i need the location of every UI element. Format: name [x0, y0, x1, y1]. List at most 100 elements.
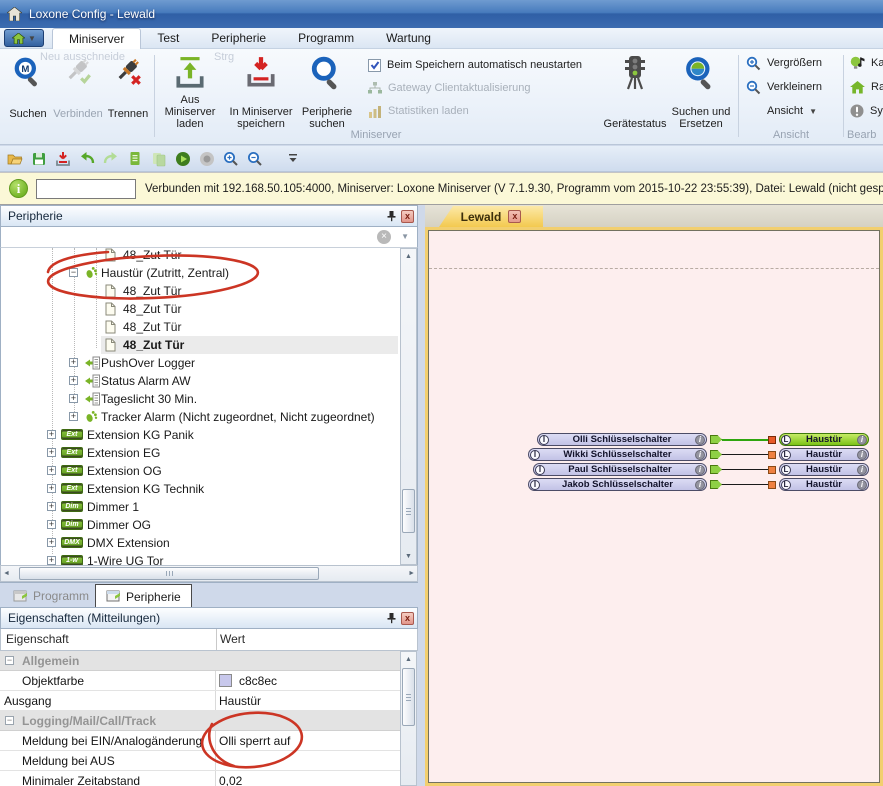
undo-button[interactable] — [78, 151, 96, 167]
peripherie-suchen-button[interactable]: Peripherie suchen — [298, 56, 356, 130]
tree-item-label[interactable]: DMX Extension — [87, 536, 170, 550]
output-block[interactable]: LHaustüri — [779, 448, 869, 461]
output-block[interactable]: LHaustüri — [779, 463, 869, 476]
tree-item-label[interactable]: 48_Zut Tür — [123, 320, 181, 334]
scroll-right-arrow[interactable]: ► — [408, 570, 415, 577]
tree-item[interactable]: +1-w1-Wire UG Tor — [1, 552, 400, 565]
kategorien-button[interactable]: Kat — [850, 55, 883, 71]
close-panel-button[interactable]: x — [401, 612, 414, 625]
tree-item-label[interactable]: Dimmer OG — [87, 518, 151, 532]
info-node-icon[interactable]: i — [857, 480, 867, 490]
tree-item-label[interactable]: Dimmer 1 — [87, 500, 139, 514]
scrollbar-thumb[interactable] — [402, 668, 415, 726]
tree-item-label[interactable]: Extension EG — [87, 446, 160, 460]
zoom-in-button[interactable] — [222, 151, 240, 167]
property-row[interactable]: Meldung bei AUS — [0, 751, 400, 771]
tree-item[interactable]: +ExtExtension OG — [1, 462, 400, 480]
copy-button[interactable] — [126, 151, 144, 167]
input-connector-icon[interactable] — [768, 451, 776, 459]
status-input[interactable] — [36, 179, 136, 199]
tab-peripherie[interactable]: Peripherie — [95, 584, 192, 608]
collapse-icon[interactable]: − — [69, 268, 78, 277]
scrollbar-thumb[interactable] — [19, 567, 319, 580]
menu-tab-miniserver[interactable]: Miniserver — [52, 28, 141, 49]
info-node-icon[interactable]: i — [857, 435, 867, 445]
collapse-icon[interactable]: − — [5, 716, 14, 725]
tree-filter-row[interactable]: × ▼ — [0, 227, 418, 248]
suchen-und-ersetzen-button[interactable]: Suchen und Ersetzen — [668, 56, 734, 130]
ansicht-dropdown[interactable]: Ansicht ▼ — [746, 103, 817, 119]
tree-vertical-scrollbar[interactable]: ▲ ▼ — [400, 248, 417, 565]
expand-icon[interactable]: + — [47, 484, 56, 493]
tree-item[interactable]: +ExtExtension EG — [1, 444, 400, 462]
tree-item[interactable]: 48_Zut Tür — [1, 336, 400, 354]
sync-warning-button[interactable]: Syn — [850, 103, 883, 119]
expand-icon[interactable]: + — [47, 520, 56, 529]
close-canvas-tab-button[interactable]: x — [508, 210, 521, 223]
tree-item-label[interactable]: Tracker Alarm (Nicht zugeordnet, Nicht z… — [101, 410, 375, 424]
tree-item-label[interactable]: 48_Zut Tür — [123, 302, 181, 316]
property-row[interactable]: AusgangHaustür — [0, 691, 400, 711]
tree-item[interactable]: + Tracker Alarm (Nicht zugeordnet, Nicht … — [1, 408, 400, 426]
input-block[interactable]: IPaul Schlüsselschalteri — [533, 463, 707, 476]
property-value[interactable]: 0,02 — [219, 774, 242, 786]
menu-tab-test[interactable]: Test — [141, 28, 195, 49]
zoom-out-button[interactable] — [246, 151, 264, 167]
property-row[interactable]: Objektfarbec8c8ec — [0, 671, 400, 691]
tree-item[interactable]: +ExtExtension KG Technik — [1, 480, 400, 498]
tree-item-label[interactable]: 48_Zut Tür — [123, 248, 181, 262]
expand-icon[interactable]: + — [47, 538, 56, 547]
tree-item-label[interactable]: Tageslicht 30 Min. — [101, 392, 197, 406]
save-button[interactable] — [30, 151, 48, 167]
program-canvas[interactable]: IOlli Schlüsselschalteri LHaustüri IWikki … — [428, 230, 880, 783]
close-panel-button[interactable]: x — [401, 210, 414, 223]
filter-dropdown-icon[interactable]: ▼ — [401, 232, 409, 241]
open-file-button[interactable] — [6, 151, 24, 167]
menu-tab-peripherie[interactable]: Peripherie — [195, 28, 282, 49]
expand-icon[interactable]: + — [47, 502, 56, 511]
tree-item[interactable]: 48_Zut Tür — [1, 318, 400, 336]
input-block[interactable]: IWikki Schlüsselschalteri — [528, 448, 707, 461]
scroll-up-arrow[interactable]: ▲ — [401, 656, 416, 663]
tree-horizontal-scrollbar[interactable]: ◄ ► — [0, 565, 418, 582]
tree-item-label[interactable]: Extension KG Technik — [87, 482, 204, 496]
checkbox-checked-icon[interactable] — [368, 59, 381, 72]
tree-item[interactable]: +ExtExtension KG Panik — [1, 426, 400, 444]
scroll-left-arrow[interactable]: ◄ — [3, 570, 10, 577]
expand-icon[interactable]: + — [47, 430, 56, 439]
pin-icon[interactable] — [385, 612, 397, 624]
tree-item-label[interactable]: Extension OG — [87, 464, 162, 478]
expand-icon[interactable]: + — [69, 358, 78, 367]
color-swatch[interactable] — [219, 674, 232, 687]
property-row[interactable]: Meldung bei EIN/AnalogänderungOlli sperr… — [0, 731, 400, 751]
info-node-icon[interactable]: i — [695, 465, 705, 475]
paste-button[interactable] — [150, 151, 168, 167]
input-block[interactable]: IOlli Schlüsselschalteri — [537, 433, 707, 446]
info-node-icon[interactable]: i — [695, 480, 705, 490]
tree-item[interactable]: +DMXDMX Extension — [1, 534, 400, 552]
canvas-tab-lewald[interactable]: Lewald x — [439, 206, 543, 227]
input-connector-icon[interactable] — [768, 481, 776, 489]
connection-wire[interactable] — [722, 439, 768, 441]
output-connector-icon[interactable] — [710, 435, 722, 444]
clear-filter-icon[interactable]: × — [377, 230, 391, 244]
expand-icon[interactable]: + — [69, 376, 78, 385]
output-connector-icon[interactable] — [710, 465, 722, 474]
menu-tab-programm[interactable]: Programm — [282, 28, 370, 49]
expand-icon[interactable]: + — [69, 412, 78, 421]
tree-item[interactable]: +DimDimmer OG — [1, 516, 400, 534]
tree-item-label[interactable]: Haustür (Zutritt, Zentral) — [101, 266, 229, 280]
input-connector-icon[interactable] — [768, 466, 776, 474]
tree-item[interactable]: 48_Zut Tür — [1, 282, 400, 300]
expand-icon[interactable]: + — [47, 466, 56, 475]
toolbar-overflow-button[interactable] — [284, 152, 302, 165]
info-node-icon[interactable]: i — [695, 450, 705, 460]
start-button[interactable] — [174, 151, 192, 167]
property-group-row[interactable]: −Logging/Mail/Call/Track — [0, 711, 400, 731]
tree-item-label[interactable]: 48_Zut Tür — [123, 338, 184, 352]
aus-miniserver-laden-button[interactable]: Aus Miniserver laden — [158, 56, 222, 130]
output-connector-icon[interactable] — [710, 480, 722, 489]
tree-item-label[interactable]: 48_Zut Tür — [123, 284, 181, 298]
verkleinern-button[interactable]: Verkleinern — [746, 79, 822, 95]
panel-splitter[interactable] — [418, 205, 425, 786]
